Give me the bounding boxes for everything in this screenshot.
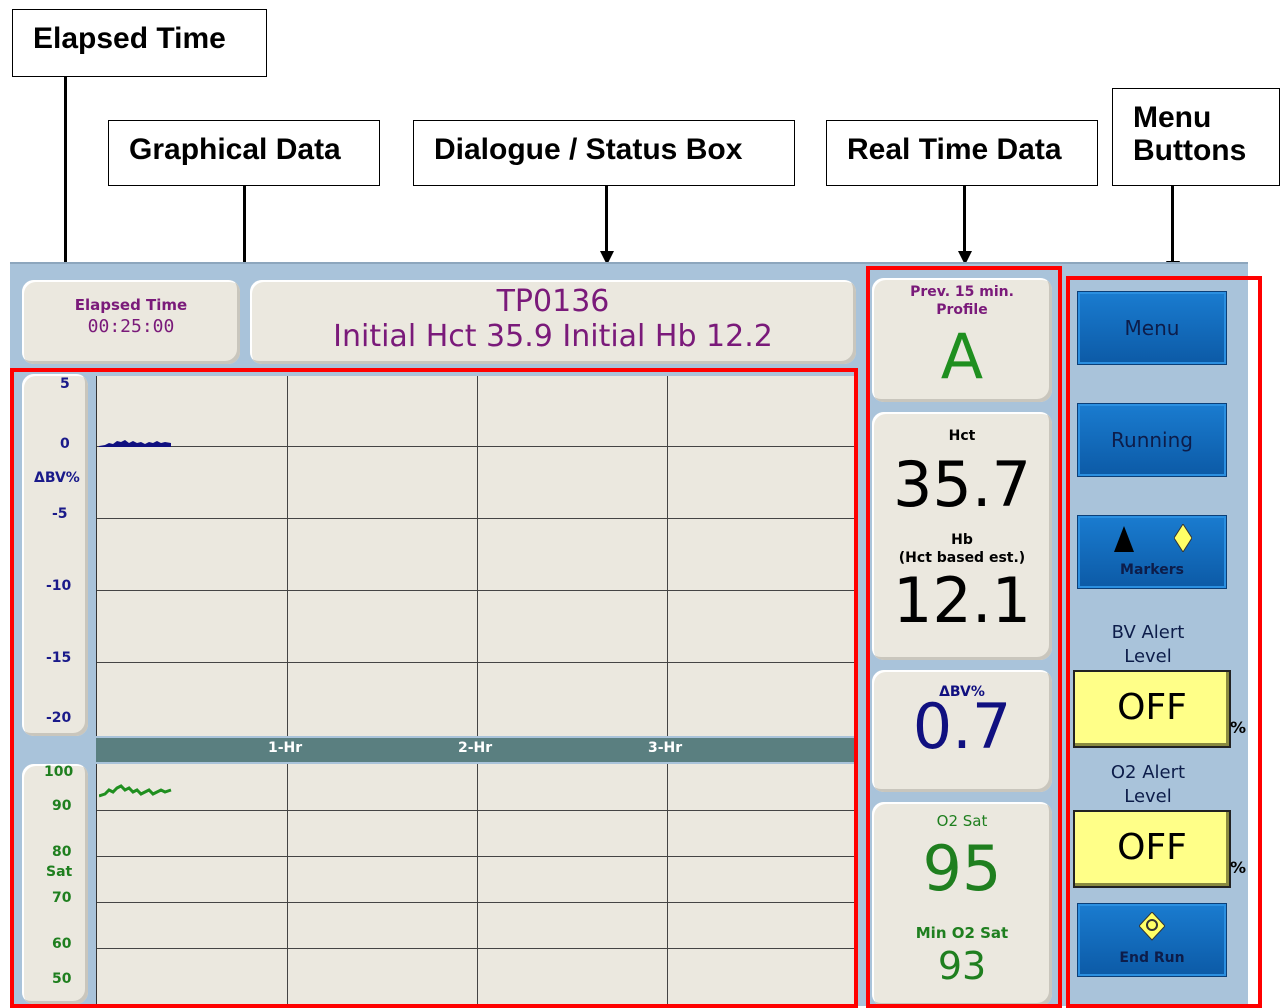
arrow-dialogue-status — [605, 186, 608, 252]
callout-menu-buttons-line1: Menu — [1133, 101, 1212, 134]
status-box: TP0136 Initial Hct 35.9 Initial Hb 12.2 — [250, 280, 856, 364]
status-line2: Initial Hct 35.9 Initial Hb 12.2 — [333, 319, 773, 354]
bv-alert-label-line2: Level — [1124, 646, 1172, 667]
callout-elapsed-time: Elapsed Time — [12, 9, 267, 77]
running-button-label: Running — [1111, 428, 1193, 452]
callout-dialogue-status: Dialogue / Status Box — [413, 120, 795, 186]
o2-alert-label-line1: O2 Alert — [1110, 762, 1186, 783]
markers-button[interactable]: Markers — [1077, 515, 1227, 589]
markers-button-label: Markers — [1120, 562, 1184, 578]
bv-alert-percent: % — [1230, 718, 1247, 737]
callout-elapsed-time-text: Elapsed Time — [33, 22, 226, 55]
elapsed-time-panel: Elapsed Time 00:25:00 — [22, 280, 240, 364]
callout-graphical-data: Graphical Data — [108, 120, 380, 186]
end-run-icon — [1139, 912, 1165, 941]
end-run-button-label: End Run — [1119, 950, 1185, 966]
bv-alert-level-button[interactable]: OFF — [1073, 670, 1231, 748]
callout-real-time-data: Real Time Data — [826, 120, 1098, 186]
arrow-real-time-data — [963, 186, 966, 252]
callout-menu-buttons: Menu Buttons — [1112, 88, 1280, 186]
elapsed-time-value: 00:25:00 — [87, 316, 175, 337]
arrow-menu-buttons — [1171, 186, 1174, 262]
o2-alert-level-button[interactable]: OFF — [1073, 810, 1231, 888]
status-line1: TP0136 — [496, 284, 610, 319]
marker-diamond-icon — [1174, 524, 1192, 552]
device-screen: Elapsed Time 00:25:00 TP0136 Initial Hct… — [10, 262, 1262, 1008]
callout-menu-buttons-line2: Buttons — [1133, 134, 1247, 167]
elapsed-time-label: Elapsed Time — [74, 296, 188, 314]
callout-dialogue-status-text: Dialogue / Status Box — [434, 133, 743, 166]
menu-button-label: Menu — [1124, 316, 1180, 340]
highlight-real-time-data — [866, 266, 1062, 1008]
highlight-graphical-data — [10, 368, 858, 1008]
arrow-elapsed-time — [64, 77, 67, 263]
o2-alert-percent: % — [1230, 858, 1247, 877]
callout-real-time-data-text: Real Time Data — [847, 133, 1062, 166]
running-button[interactable]: Running — [1077, 403, 1227, 477]
end-run-button[interactable]: End Run — [1077, 903, 1227, 977]
bv-alert-label-line1: BV Alert — [1111, 622, 1185, 643]
callout-graphical-data-text: Graphical Data — [129, 133, 341, 166]
marker-triangle-icon — [1114, 526, 1134, 552]
o2-alert-label-line2: Level — [1124, 786, 1172, 807]
menu-button[interactable]: Menu — [1077, 291, 1227, 365]
